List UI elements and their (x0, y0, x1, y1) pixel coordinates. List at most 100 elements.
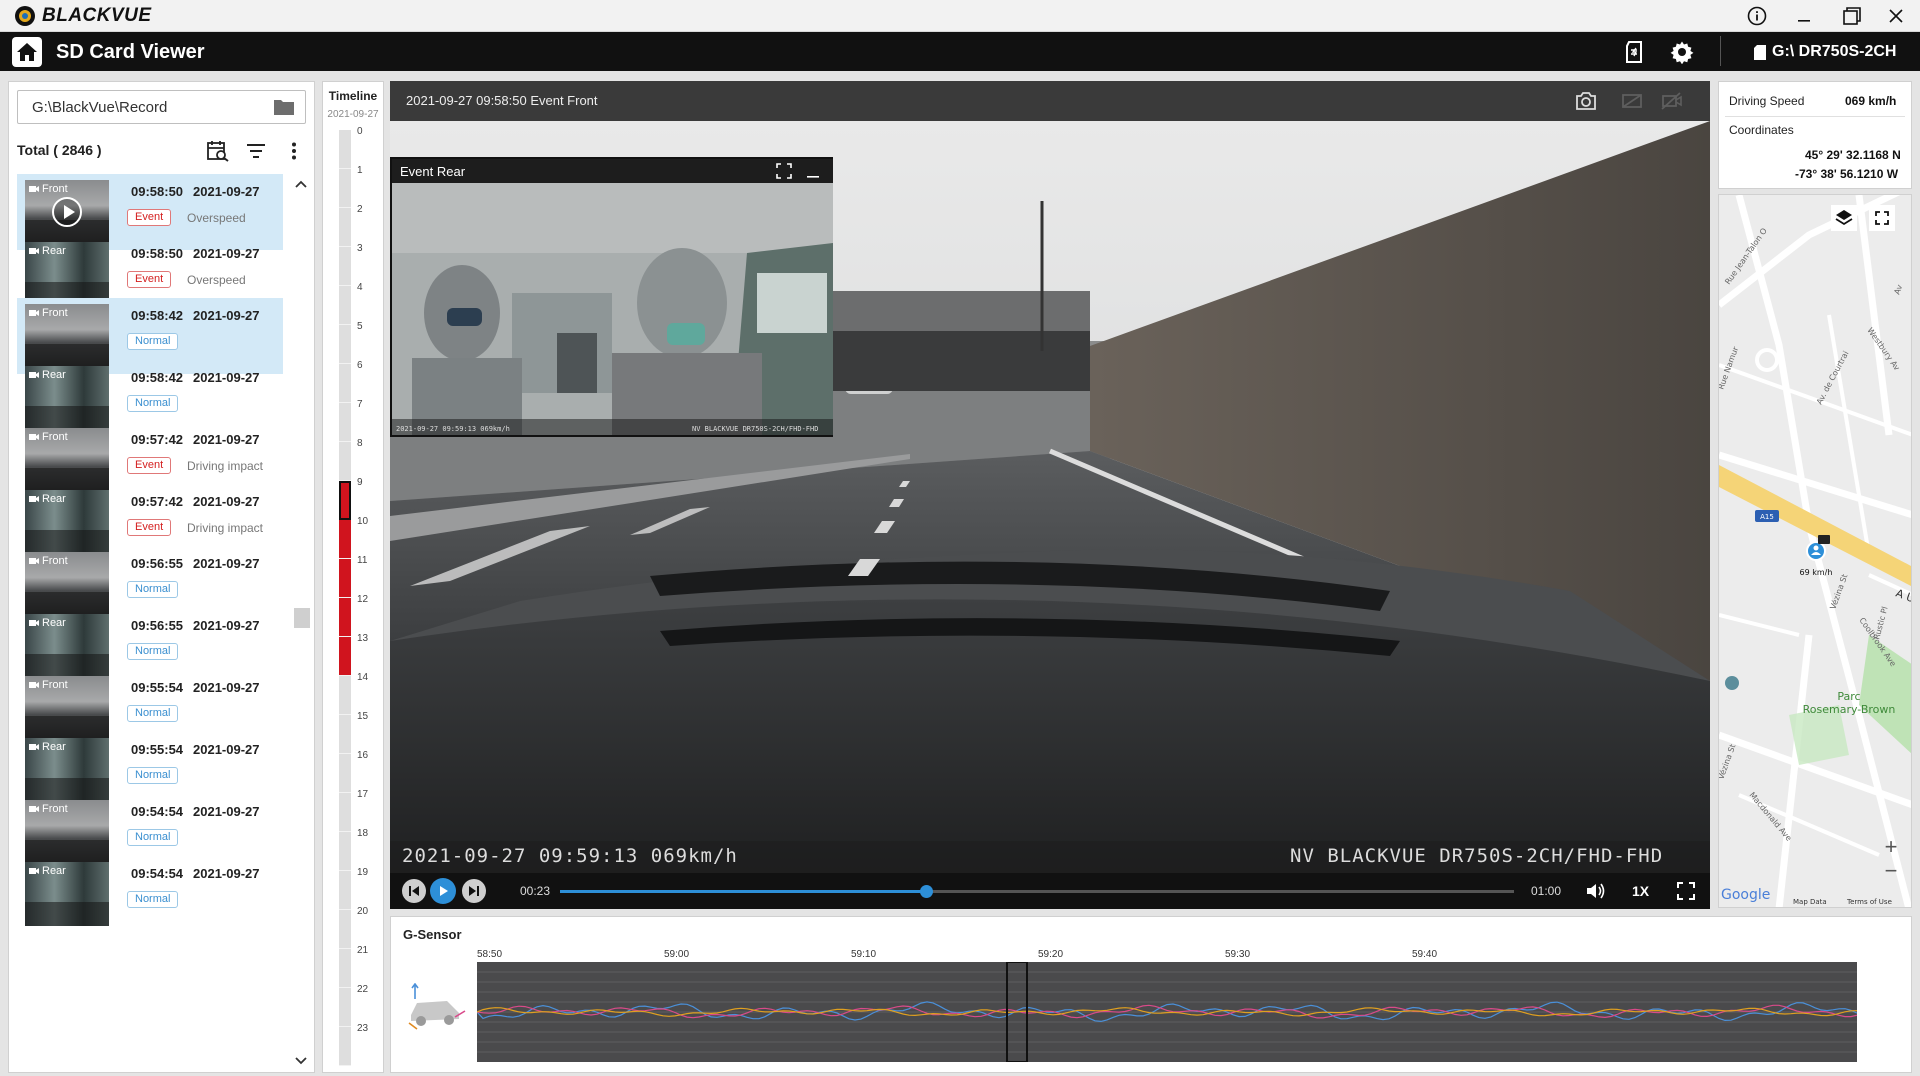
timeline-bar[interactable] (339, 130, 351, 1066)
driving-speed-label: Driving Speed (1729, 94, 1805, 108)
sd-card-format-button[interactable] (1620, 38, 1648, 66)
map-zoom-out-button[interactable]: − (1879, 859, 1903, 883)
next-icon (469, 886, 479, 896)
timeline-hour-segment[interactable] (339, 598, 351, 637)
timeline-hour-segment[interactable] (339, 208, 351, 247)
event-reason: Overspeed (187, 273, 246, 287)
map-fullscreen-button[interactable] (1869, 205, 1895, 231)
timeline-hour-segment[interactable] (339, 871, 351, 910)
timeline-hour-segment[interactable] (339, 169, 351, 208)
page-title: SD Card Viewer (56, 41, 205, 63)
osd-device: NV BLACKVUE DR750S-2CH/FHD-FHD (1290, 845, 1664, 867)
sd-card-small-icon (1754, 44, 1766, 60)
close-button[interactable] (1872, 0, 1920, 32)
next-button[interactable] (462, 879, 486, 903)
video-player: 2021-09-27 09:58:50 Event Front Event Re… (390, 81, 1710, 909)
front-camera-view[interactable]: Event Rear 2021-09-27 09:59:13 069km/h N… (390, 121, 1710, 873)
timeline-hour-segment[interactable] (339, 793, 351, 832)
maximize-button[interactable] (1828, 0, 1876, 32)
timeline-hour-segment[interactable] (339, 247, 351, 286)
recording-time: 09:56:55 (131, 618, 184, 633)
timeline-hour-segment[interactable] (339, 676, 351, 715)
recording-type-badge: Event (127, 271, 172, 288)
recording-time: 09:58:42 (131, 308, 184, 323)
home-icon (17, 43, 37, 61)
timeline-hour-segment[interactable] (339, 481, 351, 520)
timeline-hour-segment[interactable] (339, 988, 351, 1027)
longitude-value: -73° 38' 56.1210 W (1795, 167, 1899, 181)
recording-thumbnail: Front (25, 552, 109, 616)
swap-view-button[interactable] (1620, 89, 1644, 113)
previous-button[interactable] (402, 879, 426, 903)
minimize-pip-icon[interactable] (806, 163, 820, 179)
g-sensor-chart[interactable] (477, 962, 1857, 1062)
device-selector[interactable]: G:\ DR750S-2CH (1754, 43, 1896, 61)
timeline-hour-segment[interactable] (339, 559, 351, 598)
timeline-hour-segment[interactable] (339, 520, 351, 559)
settings-button[interactable] (1668, 38, 1696, 66)
map-panel[interactable]: A15 A U Rue Jean-Talon O Rue Namur Av. d… (1718, 194, 1912, 908)
timeline-hour-label: 17 (357, 789, 369, 800)
expand-icon[interactable] (776, 163, 792, 179)
play-circle-icon[interactable] (52, 197, 82, 227)
seek-bar-handle[interactable] (919, 885, 933, 898)
latitude-value: 45° 29' 32.1168 N (1805, 148, 1901, 162)
video-camera-icon (29, 434, 39, 440)
pip-header: Event Rear (392, 159, 833, 183)
timeline-hour-segment[interactable] (339, 637, 351, 676)
scroll-up-icon[interactable] (295, 180, 307, 188)
scrollbar-thumb[interactable] (294, 608, 310, 628)
list-scrollbar[interactable] (291, 174, 311, 1071)
video-camera-icon (29, 372, 39, 378)
camera-tag: Rear (29, 369, 66, 381)
list-item[interactable]: Rear 09:54:54 2021-09-27 Normal (17, 856, 283, 932)
filter-button[interactable] (243, 138, 269, 164)
map-zoom-in-button[interactable]: + (1879, 835, 1903, 859)
timeline-hour-segment[interactable] (339, 910, 351, 949)
timeline-hour-segment[interactable] (339, 325, 351, 364)
timeline-hour-segment[interactable] (339, 832, 351, 871)
home-button[interactable] (12, 37, 42, 67)
info-divider (1725, 116, 1905, 117)
scroll-down-icon[interactable] (295, 1057, 307, 1065)
browse-folder-button[interactable] (273, 98, 295, 116)
timeline-hour-segment[interactable] (339, 364, 351, 403)
playback-speed-button[interactable]: 1X (1632, 883, 1649, 899)
rear-camera-pip[interactable]: Event Rear 2021-09-27 09:59:13 069km/h N… (390, 157, 833, 437)
info-button[interactable] (1733, 0, 1781, 32)
seek-bar[interactable] (560, 885, 1514, 898)
volume-button[interactable] (1584, 879, 1608, 903)
minimize-button[interactable] (1780, 0, 1828, 32)
timeline-hour-segment[interactable] (339, 754, 351, 793)
map-data-link[interactable]: Map Data (1793, 898, 1827, 906)
g-sensor-tick-label: 59:30 (1225, 949, 1251, 960)
snapshot-button[interactable] (1574, 89, 1598, 113)
timeline-hour-segment[interactable] (339, 715, 351, 754)
play-button[interactable] (430, 878, 456, 904)
map-terms-link[interactable]: Terms of Use (1846, 898, 1892, 906)
timeline-hour-label: 10 (357, 516, 369, 527)
camera-label: Front (42, 803, 68, 815)
timeline-hour-segment[interactable] (339, 1027, 351, 1066)
timeline-hour-segment[interactable] (339, 130, 351, 169)
camera-tag: Front (29, 555, 68, 567)
recording-list[interactable]: Front 09:58:50 2021-09-27 Event Overspeed Rea… (9, 174, 289, 1071)
map-layers-button[interactable] (1831, 205, 1857, 231)
recording-date: 2021-09-27 (193, 804, 260, 819)
recording-thumbnail: Front (25, 428, 109, 492)
folder-path-field[interactable]: G:\BlackVue\Record (17, 90, 306, 124)
timeline-hour-segment[interactable] (339, 403, 351, 442)
camera-label: Rear (42, 617, 66, 629)
timeline-hour-segment[interactable] (339, 286, 351, 325)
timeline-hour-segment[interactable] (339, 442, 351, 481)
fullscreen-button[interactable] (1674, 879, 1698, 903)
camera-tag: Rear (29, 741, 66, 753)
calendar-search-button[interactable] (205, 138, 231, 164)
device-label: G:\ DR750S-2CH (1772, 43, 1897, 60)
more-options-button[interactable] (281, 138, 307, 164)
hide-pip-button[interactable] (1660, 89, 1684, 113)
car-axis-icon (408, 983, 466, 1030)
timeline-hour-segment[interactable] (339, 949, 351, 988)
timeline-hour-label: 4 (357, 282, 363, 293)
g-sensor-tick-label: 59:40 (1412, 949, 1438, 960)
